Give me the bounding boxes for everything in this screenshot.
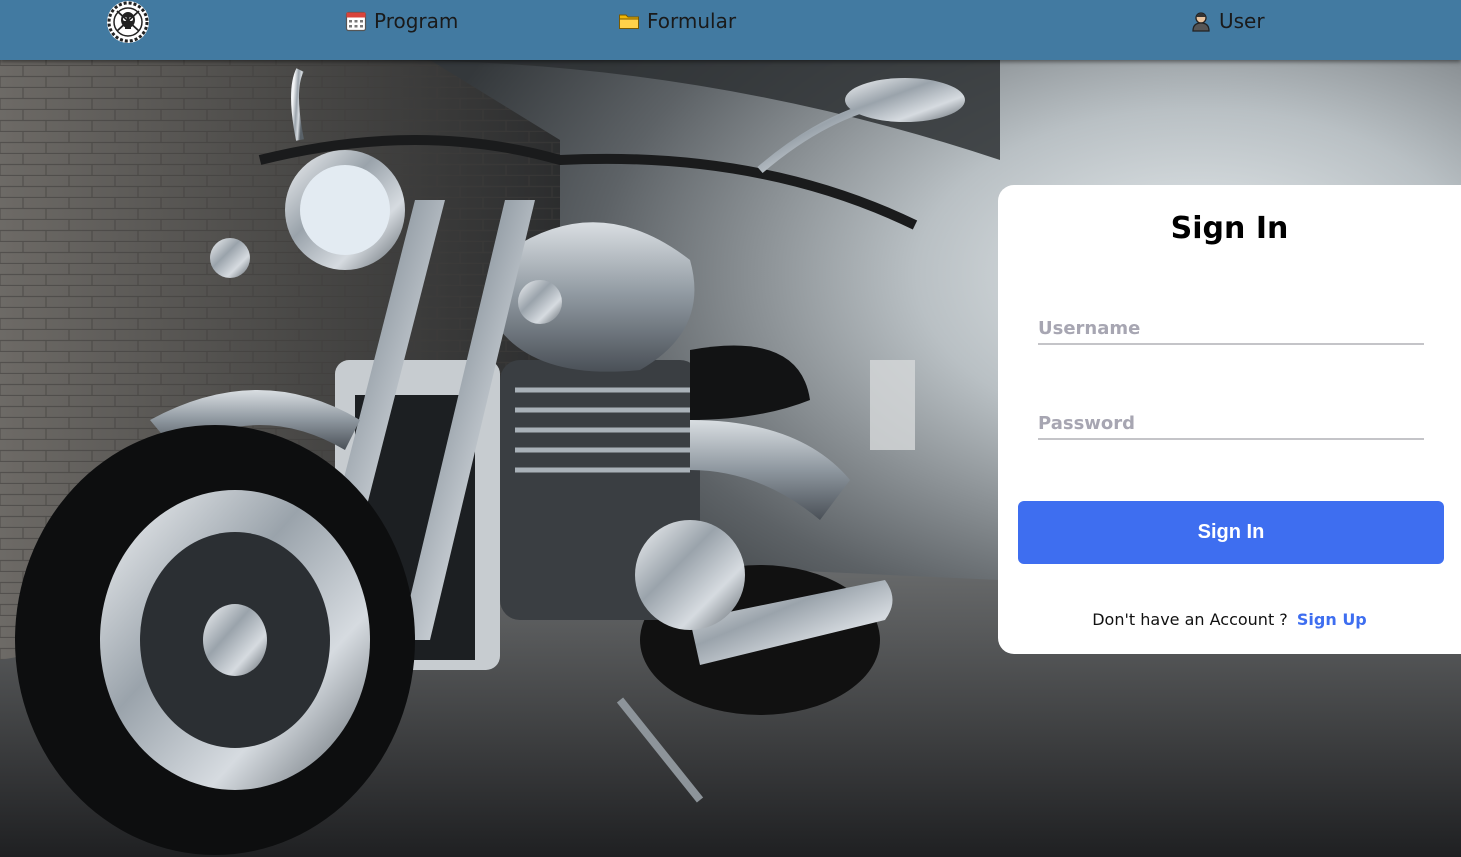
user-icon: [1190, 10, 1212, 32]
folder-icon: [618, 10, 640, 32]
signup-prompt: Don't have an Account ? Sign Up: [998, 610, 1461, 629]
signin-card: Sign In Sign In Don't have an Account ? …: [998, 185, 1461, 654]
username-input[interactable]: [1038, 313, 1424, 345]
login-page: Program Formular User Sign In Username S…: [0, 0, 1461, 857]
nav-item-label: Program: [374, 9, 459, 33]
password-input[interactable]: [1038, 408, 1424, 440]
nav-item-user[interactable]: User: [1190, 8, 1265, 34]
nav-item-label: User: [1219, 9, 1265, 33]
top-navbar: Program Formular User: [0, 0, 1461, 60]
signin-title: Sign In: [1170, 211, 1289, 246]
nav-item-program[interactable]: Program: [345, 8, 458, 34]
signup-prompt-text: Don't have an Account ?: [1092, 610, 1288, 629]
signin-button[interactable]: Sign In: [1018, 501, 1444, 564]
nav-item-label: Formular: [647, 9, 737, 33]
calendar-icon: [345, 10, 367, 32]
nav-item-formular[interactable]: Formular: [618, 8, 736, 34]
skull-gear-logo-icon[interactable]: [107, 1, 149, 43]
signup-link[interactable]: Sign Up: [1297, 610, 1367, 629]
